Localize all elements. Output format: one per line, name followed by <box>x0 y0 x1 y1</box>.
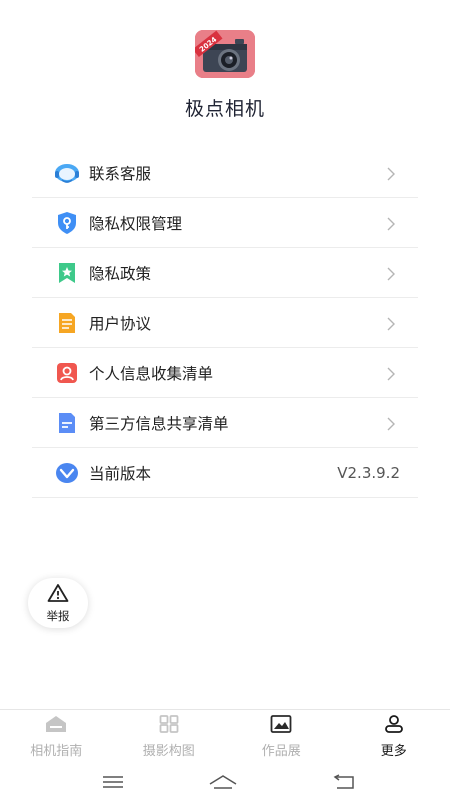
app-logo: 2024 <box>195 30 255 78</box>
menu-item-personal-info-list[interactable]: 个人信息收集清单 <box>32 348 418 398</box>
home-nav-icon[interactable] <box>208 770 238 794</box>
chevron-right-icon <box>384 366 398 380</box>
app-name: 极点相机 <box>184 98 265 120</box>
menu-label: 用户协议 <box>89 314 152 333</box>
tab-more[interactable]: 更多 <box>338 710 450 764</box>
tab-composition[interactable]: 摄影构图 <box>113 710 226 764</box>
menu-icon[interactable] <box>98 770 128 794</box>
grid-icon <box>159 715 179 737</box>
menu-item-user-agreement[interactable]: 用户协议 <box>32 298 418 348</box>
app-header: 2024 极点相机 <box>0 0 450 140</box>
system-nav-bar <box>0 764 450 800</box>
document-icon <box>54 310 80 336</box>
home-icon <box>45 715 67 737</box>
menu-label: 隐私权限管理 <box>89 214 183 233</box>
chevron-right-icon <box>384 416 398 430</box>
menu-label: 个人信息收集清单 <box>89 364 214 383</box>
menu-item-third-party-sharing-list[interactable]: 第三方信息共享清单 <box>32 398 418 448</box>
file-lines-icon <box>54 410 80 436</box>
chevron-right-icon <box>384 166 398 180</box>
menu-item-privacy-policy[interactable]: 隐私政策 <box>32 248 418 298</box>
version-value: V2.3.9.2 <box>337 463 400 482</box>
menu-label: 隐私政策 <box>89 264 152 283</box>
user-card-icon <box>54 360 80 386</box>
back-icon[interactable] <box>328 770 358 794</box>
version-icon <box>54 460 80 486</box>
menu-label: 第三方信息共享清单 <box>89 414 229 433</box>
person-icon <box>384 715 404 737</box>
menu-label: 当前版本 <box>89 464 152 483</box>
menu-label: 联系客服 <box>89 164 152 183</box>
headset-icon <box>54 160 80 186</box>
chevron-right-icon <box>384 266 398 280</box>
tab-label: 相机指南 <box>30 744 83 759</box>
shield-key-icon <box>54 210 80 236</box>
image-icon <box>270 715 292 737</box>
bookmark-star-icon <box>54 260 80 286</box>
tab-label: 摄影构图 <box>142 744 195 759</box>
warning-icon <box>47 583 69 607</box>
menu-item-contact-service[interactable]: 联系客服 <box>32 148 418 198</box>
bottom-tab-bar: 相机指南 摄影构图 作品展 更多 <box>0 709 450 764</box>
tab-label: 更多 <box>380 744 407 759</box>
chevron-right-icon <box>384 216 398 230</box>
report-button[interactable]: 举报 <box>28 578 88 628</box>
settings-menu: 联系客服 隐私权限管理 隐私政策 用户协议 个人信息收集清单 第三方信息共享清单… <box>32 148 418 498</box>
chevron-right-icon <box>384 316 398 330</box>
tab-gallery[interactable]: 作品展 <box>225 710 338 764</box>
tab-camera-guide[interactable]: 相机指南 <box>0 710 113 764</box>
menu-item-privacy-permissions[interactable]: 隐私权限管理 <box>32 198 418 248</box>
report-label: 举报 <box>46 608 70 623</box>
tab-label: 作品展 <box>261 744 301 759</box>
menu-item-current-version[interactable]: 当前版本 V2.3.9.2 <box>32 448 418 498</box>
